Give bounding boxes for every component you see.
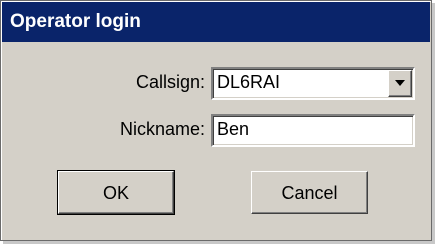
title-bar[interactable]: Operator login: [2, 2, 430, 42]
callsign-combobox[interactable]: DL6RAI: [211, 67, 415, 100]
window-title: Operator login: [10, 11, 141, 32]
cancel-button[interactable]: Cancel: [251, 171, 368, 214]
nickname-input[interactable]: Ben: [211, 114, 415, 147]
ok-button[interactable]: OK: [57, 170, 175, 215]
login-dialog: Operator login Callsign: DL6RAI Nickname…: [0, 0, 432, 241]
nickname-value: Ben: [217, 119, 250, 139]
callsign-dropdown-button[interactable]: [388, 70, 412, 97]
chevron-down-icon: [395, 80, 405, 86]
ok-button-label: OK: [102, 183, 129, 203]
callsign-label: Callsign:: [135, 72, 205, 92]
callsign-value: DL6RAI: [217, 72, 281, 92]
cancel-button-label: Cancel: [281, 183, 338, 203]
nickname-label: Nickname:: [119, 119, 205, 139]
